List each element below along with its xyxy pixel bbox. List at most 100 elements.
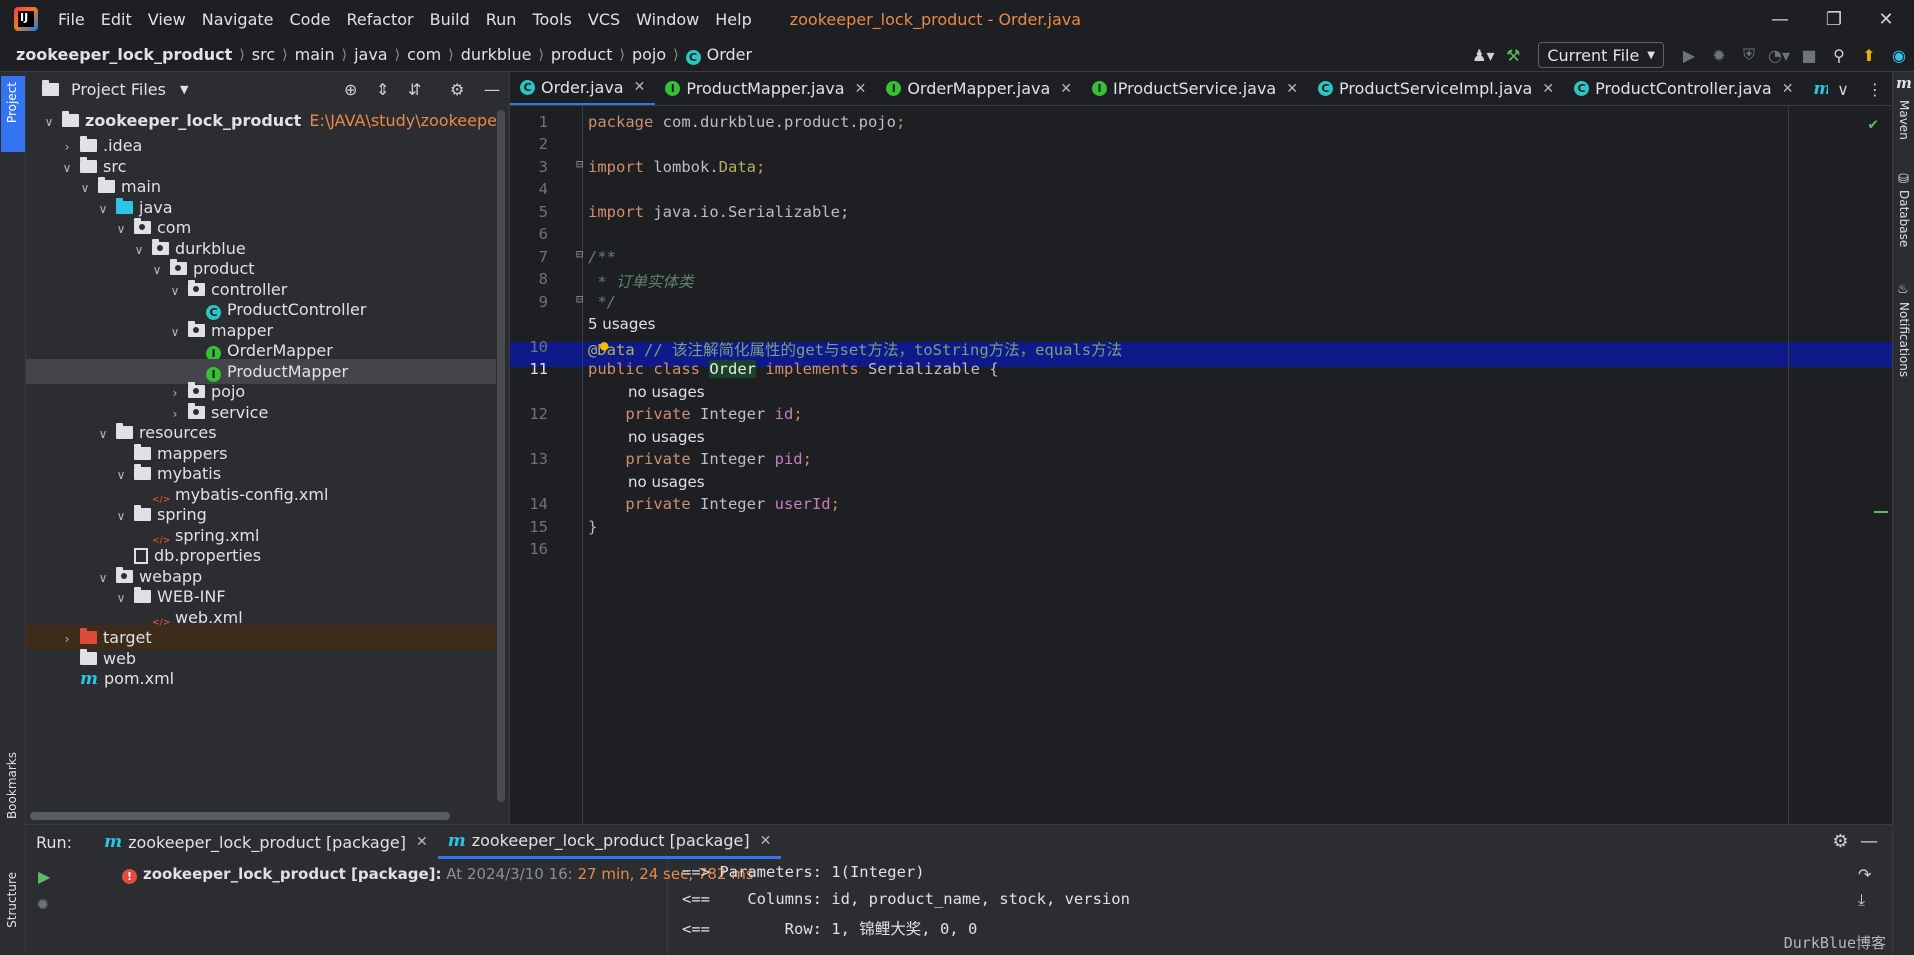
menu-window[interactable]: Window: [636, 10, 699, 29]
menu-edit[interactable]: Edit: [101, 10, 132, 29]
fold-icon[interactable]: ⊟: [576, 292, 583, 306]
editor-tab[interactable]: I OrderMapper.java ✕: [876, 72, 1082, 105]
chevron-down-icon[interactable]: ∨: [42, 110, 56, 133]
structure-tool-button[interactable]: Structure: [5, 872, 19, 928]
fold-icon[interactable]: ⊟: [576, 247, 583, 261]
scroll-to-end-icon[interactable]: ⤓: [1858, 890, 1884, 910]
run-icon[interactable]: ▶: [1674, 46, 1704, 65]
breadcrumb-main[interactable]: main: [295, 45, 335, 64]
editor-tab[interactable]: I ProductMapper.java ✕: [655, 72, 876, 105]
menu-view[interactable]: View: [148, 10, 186, 29]
user-icon[interactable]: ♟▾: [1468, 46, 1498, 65]
editor-tab[interactable]: I IProductService.java ✕: [1082, 72, 1308, 105]
project-tool-button[interactable]: Project: [1, 76, 25, 152]
run-result-item[interactable]: ! zookeeper_lock_product [package]: At 20…: [122, 865, 754, 884]
plugin-icon[interactable]: ◉: [1884, 46, 1914, 65]
project-hscrollbar[interactable]: [30, 812, 450, 820]
run-tab[interactable]: m zookeeper_lock_product [package] ✕: [94, 825, 438, 859]
close-icon[interactable]: ✕: [1286, 81, 1298, 97]
editor-tab[interactable]: C ProductController.java ✕: [1564, 72, 1803, 105]
module-folder-icon: [62, 111, 79, 127]
hide-icon[interactable]: —: [484, 80, 500, 99]
menu-help[interactable]: Help: [715, 10, 751, 29]
build-hammer-icon[interactable]: ⚒: [1498, 46, 1528, 65]
usages-hint[interactable]: 5 usages: [588, 315, 655, 333]
stop-icon[interactable]: ■: [1794, 46, 1824, 65]
close-icon[interactable]: ✕: [416, 834, 428, 850]
menu-run[interactable]: Run: [486, 10, 517, 29]
no-usages-hint[interactable]: no usages: [628, 473, 705, 491]
bookmarks-tool-button[interactable]: Bookmarks: [5, 752, 19, 819]
editor-tab[interactable]: C ProductServiceImpl.java ✕: [1308, 72, 1564, 105]
breadcrumb-com[interactable]: com: [407, 45, 441, 64]
breadcrumb-src[interactable]: src: [252, 45, 275, 64]
close-icon[interactable]: ✕: [1542, 81, 1554, 97]
run-item-name: zookeeper_lock_product [package]:: [143, 865, 442, 883]
close-icon[interactable]: ✕: [1858, 0, 1914, 38]
profile-icon[interactable]: ◔▾: [1764, 46, 1794, 65]
database-icon[interactable]: ⛁: [1898, 172, 1909, 187]
collapse-all-icon[interactable]: ⇵: [408, 80, 421, 99]
no-usages-hint[interactable]: no usages: [628, 383, 705, 401]
code-token: Data: [718, 158, 756, 176]
chevron-down-icon[interactable]: ▼: [180, 83, 188, 96]
breadcrumb-root[interactable]: zookeeper_lock_product: [16, 45, 232, 64]
gear-icon[interactable]: ⚙: [450, 80, 464, 99]
tree-item-label: ProductController: [227, 300, 367, 319]
tree-item-root[interactable]: ∨ zookeeper_lock_product E:\JAVA\study\zoo…: [26, 108, 496, 133]
gear-icon[interactable]: ⚙ —: [1832, 831, 1878, 852]
expand-all-icon[interactable]: ⇕: [376, 80, 389, 99]
tree-item[interactable]: m pom.xml: [26, 666, 496, 691]
rerun-icon[interactable]: ▶: [38, 867, 50, 886]
menu-navigate[interactable]: Navigate: [202, 10, 274, 29]
debug-icon[interactable]: ✹: [1704, 46, 1734, 65]
maven-icon[interactable]: m: [1896, 74, 1912, 92]
menu-tools[interactable]: Tools: [532, 10, 571, 29]
code-line-11: public class Order implements Serializab…: [588, 360, 999, 378]
close-icon[interactable]: ✕: [855, 81, 867, 97]
update-icon[interactable]: ⬆: [1854, 46, 1884, 65]
menu-build[interactable]: Build: [430, 10, 470, 29]
no-usages-hint[interactable]: no usages: [628, 428, 705, 446]
right-tool-strip: m Maven ⛁ Database ♨ Notifications: [1892, 72, 1914, 955]
minimize-icon[interactable]: —: [1752, 0, 1808, 38]
bell-icon[interactable]: ♨: [1897, 282, 1909, 297]
coverage-icon[interactable]: ⛨: [1734, 45, 1764, 65]
breadcrumb-java[interactable]: java: [354, 45, 388, 64]
run-actions: ▶ ✹: [26, 859, 68, 955]
close-icon[interactable]: ✕: [1782, 81, 1794, 97]
breadcrumb-pojo[interactable]: pojo: [632, 45, 666, 64]
chevron-right-icon: ⟩: [673, 46, 679, 63]
close-icon[interactable]: ✕: [634, 79, 646, 95]
lightbulb-icon[interactable]: ●: [600, 338, 608, 354]
project-scrollbar[interactable]: [497, 110, 505, 802]
tree-item-label: .idea: [103, 136, 143, 155]
run-config-select[interactable]: Current File ▼: [1538, 42, 1664, 68]
close-icon[interactable]: ✕: [760, 833, 772, 849]
database-tool-button[interactable]: Database: [1897, 190, 1911, 247]
locate-icon[interactable]: ⊕: [344, 80, 357, 99]
check-icon[interactable]: ✔: [1868, 114, 1878, 133]
chevron-down-icon[interactable]: ∨: [1837, 80, 1849, 99]
breadcrumb-durkblue[interactable]: durkblue: [461, 45, 532, 64]
restore-icon[interactable]: ❐: [1806, 0, 1862, 38]
menu-code[interactable]: Code: [290, 10, 331, 29]
menu-refactor[interactable]: Refactor: [346, 10, 413, 29]
more-icon[interactable]: ⋮: [1867, 80, 1883, 99]
notifications-tool-button[interactable]: Notifications: [1897, 302, 1911, 377]
soft-wrap-icon[interactable]: ↷: [1858, 865, 1884, 884]
console-output[interactable]: ==> Parameters: 1(Integer) <== Columns: …: [670, 859, 1850, 955]
fold-icon[interactable]: ⊟: [576, 157, 583, 171]
debug-icon[interactable]: ✹: [36, 895, 49, 914]
code-area[interactable]: 1 2 3 4 5 6 7 8 9 10 11 12 13 14 15 16 ⊟ ⊟ ⊟ package co…: [510, 106, 1892, 824]
editor-tab[interactable]: C Order.java ✕: [510, 72, 656, 105]
menu-file[interactable]: File: [58, 10, 85, 29]
search-icon[interactable]: ⚲: [1824, 46, 1854, 65]
run-tab-active[interactable]: m zookeeper_lock_product [package] ✕: [437, 825, 782, 859]
project-view-select[interactable]: Project Files: [71, 80, 166, 99]
breadcrumb-file[interactable]: C Order: [685, 45, 752, 65]
breadcrumb-product[interactable]: product: [551, 45, 613, 64]
close-icon[interactable]: ✕: [1060, 81, 1072, 97]
menu-vcs[interactable]: VCS: [588, 10, 620, 29]
maven-tool-button[interactable]: Maven: [1897, 100, 1911, 140]
